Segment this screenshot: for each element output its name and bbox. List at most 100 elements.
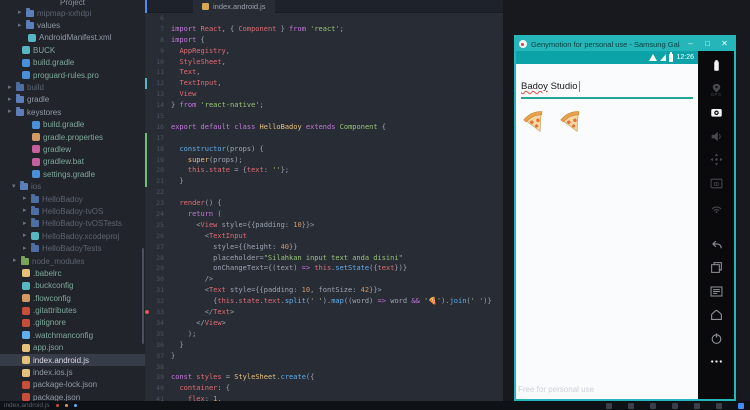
tree-item-hellobadoytests[interactable]: ▸ HelloBadoyTests (0, 242, 145, 254)
code-line-16[interactable]: 16 export default class HelloBadoy extend… (145, 122, 503, 133)
code-line-18[interactable]: 18 constructor(props) { (145, 143, 503, 155)
tree-item-flowconfig[interactable]: .flowconfig (0, 292, 145, 304)
code-line-11[interactable]: 11 Text, (145, 67, 503, 78)
code-line-41[interactable]: 41 flex: 1, (145, 394, 503, 401)
code-line-39[interactable]: 39 const styles = StyleSheet.create({ (145, 372, 503, 383)
code-area[interactable]: 6 7 import React, { Component } from 'reac… (145, 13, 503, 401)
code-line-7[interactable]: 7 import React, { Component } from 'react… (145, 24, 503, 35)
tree-item-buck[interactable]: BUCK (0, 44, 145, 56)
menu-icon[interactable] (709, 284, 724, 299)
tree-item-ios[interactable]: ▾ ios (0, 180, 145, 192)
tree-item-keystores[interactable]: ▸ keystores (0, 106, 145, 118)
tree-item-build-gradle[interactable]: build.gradle (0, 57, 145, 69)
code-line-30[interactable]: 30 /> (145, 274, 503, 285)
tree-item-values[interactable]: ▸ values (0, 19, 145, 31)
code-line-33[interactable]: 33 </Text> (145, 307, 503, 318)
chevron-right-icon[interactable]: ▸ (13, 255, 21, 267)
tree-item-hellobadoy[interactable]: ▸ HelloBadoy (0, 193, 145, 205)
more-icon[interactable] (709, 354, 724, 369)
tree-item-gradlew-bat[interactable]: gradlew.bat (0, 156, 145, 168)
taskbar-app-icon-4[interactable] (672, 402, 678, 409)
volume-icon[interactable] (709, 129, 724, 144)
taskbar-app-icon-7[interactable] (738, 402, 744, 409)
tree-item-watchmanconfig[interactable]: .watchmanconfig (0, 329, 145, 341)
chevron-right-icon[interactable]: ▸ (18, 20, 26, 32)
code-line-26[interactable]: 26 <TextInput (145, 231, 503, 242)
code-line-19[interactable]: 19 super(props); (145, 154, 503, 166)
taskbar-app-icon-1[interactable] (606, 402, 612, 409)
close-button[interactable]: ✕ (718, 37, 731, 51)
code-line-35[interactable]: 35 ); (145, 329, 503, 340)
tree-item-babelrc[interactable]: .babelrc (0, 267, 145, 279)
taskbar-app-icon-2[interactable] (628, 402, 634, 409)
code-line-28[interactable]: 28 placeholder="Silahkan input text anda… (145, 253, 503, 264)
tree-item-hellobadoy-tvos[interactable]: ▸ HelloBadoy-tvOS (0, 205, 145, 217)
code-line-21[interactable]: 21 } (145, 176, 503, 188)
code-line-10[interactable]: 10 StyleSheet, (145, 57, 503, 68)
back-icon[interactable] (709, 237, 724, 252)
tree-item-mipmap-xxhdpi[interactable]: ▸ mipmap-xxhdpi (0, 7, 145, 19)
code-line-12[interactable]: 12 TextInput, (145, 78, 503, 90)
chevron-right-icon[interactable]: ▸ (23, 205, 31, 217)
code-line-20[interactable]: 20 this.state = {text: ''}; (145, 165, 503, 177)
code-line-29[interactable]: 29 onChangeText={(text) => this.setState… (145, 263, 503, 274)
tree-item-build-gradle[interactable]: build.gradle (0, 119, 145, 131)
taskbar-app-icon-3[interactable] (650, 402, 656, 409)
code-line-31[interactable]: 31 <Text style={{padding: 10, fontSize: … (145, 285, 503, 296)
move-icon[interactable] (709, 152, 724, 167)
chevron-right-icon[interactable]: ▸ (8, 106, 16, 118)
battery-icon[interactable] (709, 58, 724, 73)
code-line-8[interactable]: 8 import { (145, 35, 503, 46)
code-line-27[interactable]: 27 style={{height: 40}} (145, 242, 503, 253)
tree-item-gradlew[interactable]: gradlew (0, 143, 145, 155)
chevron-right-icon[interactable]: ▸ (8, 94, 16, 106)
tree-item-build[interactable]: ▸ build (0, 81, 145, 93)
tree-item-buckconfig[interactable]: .buckconfig (0, 280, 145, 292)
tree-scrollbar[interactable] (142, 248, 144, 344)
tree-item-gradle-properties[interactable]: gradle.properties (0, 131, 145, 143)
code-line-13[interactable]: 13 View (145, 89, 503, 100)
home-icon[interactable] (709, 307, 724, 322)
chevron-right-icon[interactable]: ▸ (23, 193, 31, 205)
maximize-button[interactable]: □ (701, 37, 714, 51)
tree-item-proguard-rules-pro[interactable]: proguard-rules.pro (0, 69, 145, 81)
tree-item-gradle[interactable]: ▸ gradle (0, 94, 145, 106)
code-line-38[interactable]: 38 (145, 362, 503, 373)
code-line-22[interactable]: 22 (145, 187, 503, 198)
tree-item-gitignore[interactable]: .gitignore (0, 317, 145, 329)
chevron-right-icon[interactable]: ▸ (8, 82, 16, 94)
code-line-15[interactable]: 15 (145, 111, 503, 122)
tree-item-androidmanifest-xml[interactable]: AndroidManifest.xml (0, 32, 145, 44)
tab-index-android-js[interactable]: index.android.js (193, 0, 275, 13)
chevron-right-icon[interactable]: ▸ (23, 243, 31, 255)
taskbar-app-icon-5[interactable] (694, 402, 700, 409)
tree-item-package-lock-json[interactable]: package-lock.json (0, 379, 145, 391)
tree-item-app-json[interactable]: app.json (0, 342, 145, 354)
tree-item-hellobadoy-xcodeproj[interactable]: ▸ HelloBadoy.xcodeproj (0, 230, 145, 242)
minimize-button[interactable]: – (684, 37, 697, 51)
genymotion-titlebar[interactable]: Genymotion for personal use - Samsung Ga… (516, 37, 734, 51)
code-line-14[interactable]: 14} from 'react-native'; (145, 100, 503, 111)
code-line-23[interactable]: 23 render() { (145, 198, 503, 209)
network-icon[interactable] (709, 199, 724, 214)
chevron-down-icon[interactable]: ▾ (12, 181, 20, 193)
code-line-9[interactable]: 9 AppRegistry, (145, 46, 503, 57)
tree-item-settings-gradle[interactable]: settings.gradle (0, 168, 145, 180)
tree-item-hellobadoy-tvostests[interactable]: ▸ HelloBadoy-tvOSTests (0, 218, 145, 230)
code-line-34[interactable]: 34 </View> (145, 318, 503, 329)
chevron-right-icon[interactable]: ▸ (23, 230, 31, 242)
chevron-right-icon[interactable]: ▸ (23, 218, 31, 230)
tree-item-node-modules[interactable]: ▸ node_modules (0, 255, 145, 267)
code-line-37[interactable]: 37} (145, 351, 503, 362)
tree-item-package-json[interactable]: package.json (0, 391, 145, 401)
tree-item-index-android-js[interactable]: index.android.js (0, 353, 145, 367)
code-line-40[interactable]: 40 container: { (145, 383, 503, 394)
code-line-25[interactable]: 25 <View style={{padding: 10}}> (145, 220, 503, 231)
code-line-24[interactable]: 24 return ( (145, 209, 503, 220)
tree-item-gitattributes[interactable]: .gitattributes (0, 304, 145, 316)
id-icon[interactable]: ID (709, 176, 724, 191)
recents-icon[interactable] (709, 260, 724, 275)
taskbar-app-icon-6[interactable] (716, 402, 722, 409)
code-line-6[interactable]: 6 (145, 13, 503, 24)
camera-icon[interactable] (709, 105, 724, 120)
